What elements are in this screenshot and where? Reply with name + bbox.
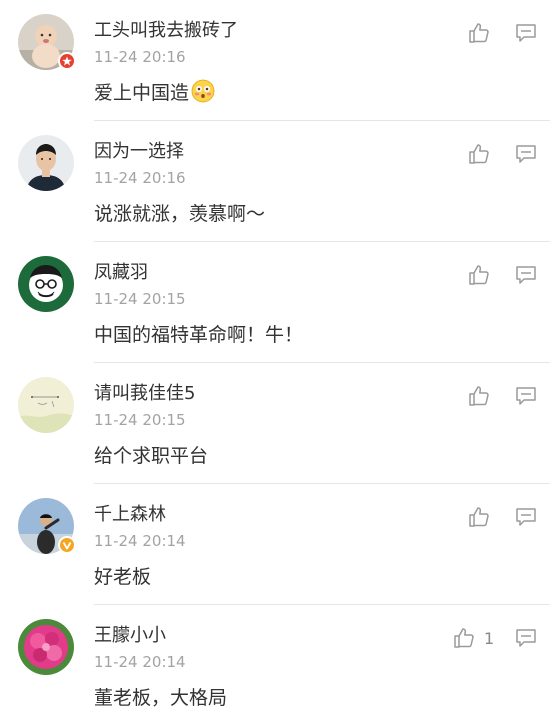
comment-text: 好老板 (94, 566, 152, 588)
comment-icon (516, 266, 536, 284)
comment-text: 中国的福特革命啊！牛！ (94, 324, 304, 346)
reply-button[interactable] (515, 507, 537, 527)
thumbs-up-icon (469, 144, 489, 164)
comment-username[interactable]: 工头叫我去搬砖了 (94, 16, 238, 42)
comment-item: 千上森林 11-24 20:14 好老板 (0, 484, 550, 605)
reply-button[interactable] (515, 265, 537, 285)
avatar[interactable] (18, 619, 74, 675)
comment-username[interactable]: 千上森林 (94, 500, 166, 526)
comment-text-content: 爱上中国造 (94, 82, 190, 104)
comment-timestamp: 11-24 20:15 (94, 290, 186, 308)
comment-icon (516, 24, 536, 42)
like-count: 1 (484, 628, 495, 648)
like-button[interactable] (467, 504, 499, 530)
comment-item: 因为一选择 11-24 20:16 说涨就涨，羡慕啊～ (0, 121, 550, 242)
red-star-badge (58, 52, 76, 70)
avatar[interactable] (18, 377, 74, 433)
like-button[interactable] (467, 383, 499, 409)
comment-timestamp: 11-24 20:16 (94, 48, 186, 66)
comment-icon (516, 387, 536, 405)
reply-button[interactable] (515, 628, 537, 648)
comment-text: 说涨就涨，羡慕啊～ (94, 203, 266, 225)
comment-timestamp: 11-24 20:16 (94, 169, 186, 187)
like-button[interactable] (467, 262, 499, 288)
avatar[interactable] (18, 256, 74, 312)
like-button[interactable] (467, 20, 499, 46)
reply-button[interactable] (515, 144, 537, 164)
comment-timestamp: 11-24 20:14 (94, 532, 186, 550)
comment-item: 王朦小小 11-24 20:14 董老板，大格局 1 (0, 605, 550, 713)
like-button[interactable]: 1 (452, 625, 494, 651)
comment-icon (516, 145, 536, 163)
comment-icon (516, 629, 536, 647)
comment-item: 工头叫我去搬砖了 11-24 20:16 爱上中国造 (0, 0, 550, 121)
avatar[interactable] (18, 135, 74, 191)
comment-timestamp: 11-24 20:15 (94, 411, 186, 429)
comment-text: 爱上中国造 (94, 78, 215, 105)
comment-username[interactable]: 凤藏羽 (94, 258, 148, 284)
comment-timestamp: 11-24 20:14 (94, 653, 186, 671)
flushed-face-emoji-icon (191, 79, 215, 103)
thumbs-up-icon (469, 265, 489, 285)
reply-button[interactable] (515, 23, 537, 43)
verified-v-badge (58, 536, 76, 554)
comment-text: 董老板，大格局 (94, 687, 228, 709)
thumbs-up-icon (454, 628, 474, 648)
thumbs-up-icon (469, 23, 489, 43)
comment-username[interactable]: 请叫莪佳佳5 (94, 379, 195, 405)
comment-icon (516, 508, 536, 526)
comment-item: 凤藏羽 11-24 20:15 中国的福特革命啊！牛！ (0, 242, 550, 363)
comment-username[interactable]: 因为一选择 (94, 137, 184, 163)
thumbs-up-icon (469, 507, 489, 527)
comment-username[interactable]: 王朦小小 (94, 621, 166, 647)
comment-item: 请叫莪佳佳5 11-24 20:15 给个求职平台 (0, 363, 550, 484)
thumbs-up-icon (469, 386, 489, 406)
reply-button[interactable] (515, 386, 537, 406)
like-button[interactable] (467, 141, 499, 167)
comment-text: 给个求职平台 (94, 445, 209, 467)
